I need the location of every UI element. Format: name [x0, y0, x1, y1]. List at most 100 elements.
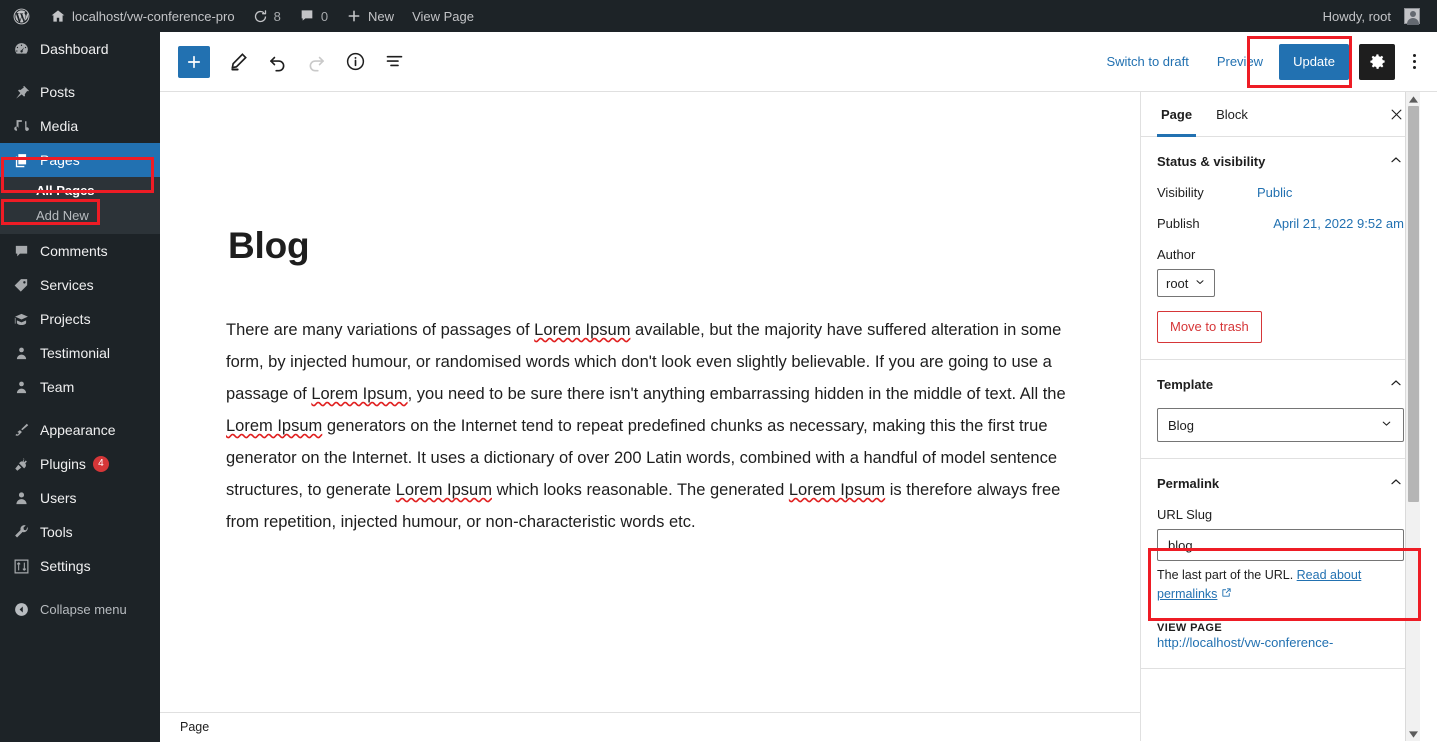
updates-menu[interactable]: 8	[244, 0, 290, 32]
person-icon	[11, 343, 31, 363]
undo-icon[interactable]	[259, 44, 295, 80]
panel-status-visibility-header[interactable]: Status & visibility	[1157, 137, 1404, 185]
submenu-item-all-pages[interactable]: All Pages	[0, 178, 160, 203]
panel-template-header[interactable]: Template	[1157, 360, 1404, 408]
sidebar-item-label: Plugins	[40, 456, 86, 472]
sidebar-item-testimonial[interactable]: Testimonial	[0, 336, 160, 370]
panel-title: Permalink	[1157, 475, 1220, 491]
sidebar-item-pages[interactable]: Pages	[0, 143, 168, 177]
dashboard-icon	[11, 39, 31, 59]
menu-separator	[0, 583, 160, 592]
switch-to-draft-button[interactable]: Switch to draft	[1094, 48, 1200, 75]
sidebar-item-label: Projects	[40, 311, 91, 327]
tab-block[interactable]: Block	[1204, 92, 1260, 137]
new-label: New	[368, 8, 395, 24]
publish-date-button[interactable]: April 21, 2022 9:52 am	[1273, 216, 1404, 231]
visibility-value-button[interactable]: Public	[1257, 185, 1292, 200]
add-block-button[interactable]	[178, 45, 210, 78]
updates-count: 8	[273, 8, 281, 24]
page-title[interactable]: Blog	[228, 225, 310, 267]
scroll-down-arrow-icon[interactable]	[1406, 727, 1420, 741]
wordpress-logo-menu[interactable]	[0, 0, 41, 32]
tab-page[interactable]: Page	[1149, 92, 1204, 137]
external-link-icon	[1221, 587, 1232, 601]
edit-pencil-icon[interactable]	[220, 44, 256, 80]
template-select[interactable]: Blog	[1157, 408, 1404, 442]
home-icon	[50, 8, 66, 24]
sidebar-item-plugins[interactable]: Plugins 4	[0, 447, 160, 481]
misspelled-word: Lorem Ipsum	[534, 321, 631, 339]
kebab-menu-icon[interactable]	[1399, 44, 1429, 80]
sidebar-item-projects[interactable]: Projects	[0, 302, 160, 336]
admin-bar-left: localhost/vw-conference-pro 8 0 New View…	[0, 0, 483, 32]
row-visibility: Visibility Public	[1157, 185, 1404, 200]
move-to-trash-button[interactable]: Move to trash	[1157, 311, 1262, 343]
breadcrumb: Page	[160, 712, 1140, 741]
menu-separator	[0, 66, 160, 75]
panel-permalink-header[interactable]: Permalink	[1157, 459, 1404, 507]
sidebar-item-label: Tools	[40, 524, 73, 540]
my-account-menu[interactable]: Howdy, root	[1314, 0, 1429, 32]
gear-icon[interactable]	[1359, 43, 1395, 80]
sidebar-item-users[interactable]: Users	[0, 481, 160, 515]
list-view-icon[interactable]	[376, 44, 412, 80]
redo-icon[interactable]	[298, 44, 334, 80]
paragraph-text-3: , you need to be sure there isn't anythi…	[407, 385, 1066, 403]
sidebar-item-media[interactable]: Media	[0, 109, 160, 143]
new-content-menu[interactable]: New	[337, 0, 403, 32]
paragraph-block[interactable]: There are many variations of passages of…	[226, 314, 1081, 538]
sidebar-item-label: Dashboard	[40, 41, 109, 57]
pages-icon	[11, 150, 31, 170]
plugins-update-badge: 4	[92, 456, 109, 472]
chevron-up-icon	[1388, 152, 1404, 171]
visibility-label: Visibility	[1157, 185, 1204, 200]
sidebar-item-dashboard[interactable]: Dashboard	[0, 32, 160, 66]
breadcrumb-label[interactable]: Page	[180, 720, 209, 734]
person-icon	[11, 377, 31, 397]
panel-template: Template Blog	[1141, 360, 1420, 459]
helper-static-text: The last part of the URL.	[1157, 568, 1297, 582]
misspelled-word: Lorem Ipsum	[395, 481, 492, 499]
view-page-label: View Page	[412, 8, 474, 24]
collapse-arrow-icon	[11, 599, 31, 619]
publish-label: Publish	[1157, 216, 1200, 231]
editor-header-tools	[178, 44, 412, 80]
view-page-url-link[interactable]: http://localhost/vw-conference-	[1157, 635, 1333, 650]
sidebar-item-tools[interactable]: Tools	[0, 515, 160, 549]
update-button[interactable]: Update	[1279, 43, 1349, 80]
misspelled-word: Lorem Ipsum	[788, 481, 886, 499]
sidebar-item-settings[interactable]: Settings	[0, 549, 160, 583]
url-slug-label: URL Slug	[1157, 507, 1213, 522]
sidebar-item-comments[interactable]: Comments	[0, 234, 160, 268]
editor-canvas[interactable]: Blog There are many variations of passag…	[160, 92, 1140, 741]
users-icon	[11, 488, 31, 508]
view-page-menu[interactable]: View Page	[403, 0, 483, 32]
site-name-menu[interactable]: localhost/vw-conference-pro	[41, 0, 244, 32]
menu-separator	[0, 404, 160, 413]
author-select[interactable]: root	[1157, 269, 1216, 297]
chevron-up-icon	[1388, 474, 1404, 493]
howdy-label: Howdy, root	[1322, 8, 1391, 24]
submenu-item-add-new[interactable]: Add New	[0, 203, 160, 228]
collapse-menu-button[interactable]: Collapse menu	[0, 592, 160, 626]
sidebar-item-posts[interactable]: Posts	[0, 75, 160, 109]
tag-icon	[11, 275, 31, 295]
admin-bar-right: Howdy, root	[1314, 0, 1437, 32]
sidebar-item-label: Team	[40, 379, 75, 395]
info-icon[interactable]	[337, 44, 373, 80]
admin-bar: localhost/vw-conference-pro 8 0 New View…	[0, 0, 1437, 32]
url-slug-input[interactable]: blog	[1157, 529, 1404, 561]
comments-menu[interactable]: 0	[290, 0, 337, 32]
sidebar-item-services[interactable]: Services	[0, 268, 160, 302]
sidebar-item-appearance[interactable]: Appearance	[0, 413, 160, 447]
preview-button[interactable]: Preview	[1205, 48, 1275, 75]
sidebar-scrollbar[interactable]	[1405, 92, 1420, 741]
trash-wrap: Move to trash	[1157, 311, 1404, 343]
kebab-dots	[1412, 54, 1416, 69]
block-editor: Switch to draft Preview Update Blog Ther…	[160, 32, 1437, 742]
chevron-up-icon	[1388, 375, 1404, 394]
plug-icon	[11, 454, 31, 474]
scroll-up-arrow-icon[interactable]	[1406, 92, 1420, 106]
sidebar-item-team[interactable]: Team	[0, 370, 160, 404]
scrollbar-thumb[interactable]	[1408, 106, 1419, 502]
